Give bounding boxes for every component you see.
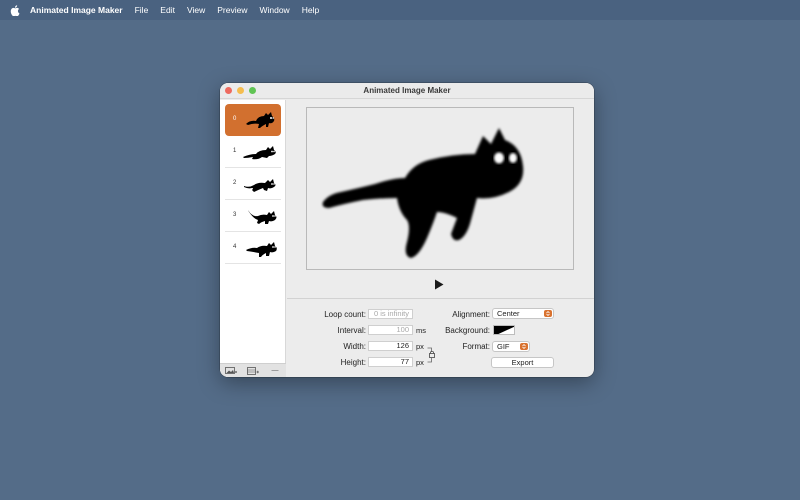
frame-index: 3 bbox=[233, 212, 237, 218]
alignment-select[interactable]: Center bbox=[492, 308, 554, 319]
preview-canvas bbox=[306, 107, 574, 270]
frame-item[interactable]: 0 bbox=[225, 104, 281, 136]
menu-edit[interactable]: Edit bbox=[160, 5, 175, 15]
close-button[interactable] bbox=[225, 87, 232, 94]
height-input[interactable]: 77 bbox=[368, 357, 413, 367]
window-title: Animated Image Maker bbox=[363, 86, 451, 95]
height-unit: px bbox=[416, 358, 424, 367]
frame-item[interactable]: 4 bbox=[225, 232, 281, 264]
menu-view[interactable]: View bbox=[187, 5, 205, 15]
play-button[interactable] bbox=[434, 279, 444, 292]
frame-sidebar: 0 1 2 3 4 — bbox=[220, 100, 286, 377]
add-image-icon[interactable] bbox=[224, 366, 238, 376]
interval-label: Interval: bbox=[337, 326, 366, 335]
frame-index: 1 bbox=[233, 148, 237, 154]
cat-thumbnail-icon bbox=[246, 242, 277, 257]
aspect-lock-icon[interactable] bbox=[427, 345, 437, 367]
frame-index: 4 bbox=[233, 244, 237, 250]
alignment-label: Alignment: bbox=[452, 310, 490, 319]
frame-item[interactable]: 2 bbox=[225, 168, 281, 200]
frame-index: 0 bbox=[233, 116, 237, 122]
menu-app-name[interactable]: Animated Image Maker bbox=[30, 5, 123, 15]
minimize-button[interactable] bbox=[237, 87, 244, 94]
loop-count-input[interactable]: 0 is infinity bbox=[368, 309, 413, 319]
format-value: GIF bbox=[497, 342, 510, 351]
divider bbox=[287, 298, 594, 299]
format-select[interactable]: GIF bbox=[492, 341, 530, 352]
frame-item[interactable]: 1 bbox=[225, 136, 281, 168]
add-frames-icon[interactable] bbox=[246, 366, 260, 376]
cat-thumbnail-icon bbox=[243, 146, 276, 160]
export-button[interactable]: Export bbox=[491, 357, 554, 368]
apple-menu-icon[interactable] bbox=[0, 4, 30, 16]
menu-preview[interactable]: Preview bbox=[217, 5, 247, 15]
menu-window[interactable]: Window bbox=[259, 5, 289, 15]
zoom-button[interactable] bbox=[249, 87, 256, 94]
width-input[interactable]: 126 bbox=[368, 341, 413, 351]
menu-help[interactable]: Help bbox=[302, 5, 319, 15]
cat-preview-image bbox=[322, 128, 524, 258]
main-window: Animated Image Maker 0 1 2 3 4 — Loop co… bbox=[220, 83, 594, 377]
interval-input[interactable]: 100 bbox=[368, 325, 413, 335]
menu-file[interactable]: File bbox=[135, 5, 149, 15]
format-label: Format: bbox=[462, 342, 490, 351]
background-color-well[interactable] bbox=[493, 325, 515, 335]
width-label: Width: bbox=[343, 342, 366, 351]
sidebar-toolbar: — bbox=[220, 363, 286, 377]
title-bar[interactable]: Animated Image Maker bbox=[220, 83, 594, 99]
remove-frame-button[interactable]: — bbox=[268, 366, 282, 376]
cat-thumbnail-icon bbox=[244, 179, 276, 192]
chevron-updown-icon bbox=[520, 343, 528, 350]
frame-item[interactable]: 3 bbox=[225, 200, 281, 232]
height-label: Height: bbox=[340, 358, 366, 367]
chevron-updown-icon bbox=[544, 310, 552, 317]
alignment-value: Center bbox=[497, 309, 520, 318]
cat-thumbnail-icon bbox=[246, 112, 275, 128]
frame-list: 0 1 2 3 4 bbox=[220, 104, 286, 264]
width-unit: px bbox=[416, 342, 424, 351]
interval-unit: ms bbox=[416, 326, 426, 335]
frame-index: 2 bbox=[233, 180, 237, 186]
cat-thumbnail-icon bbox=[248, 210, 277, 224]
menu-bar: Animated Image Maker File Edit View Prev… bbox=[0, 0, 800, 20]
background-label: Background: bbox=[445, 326, 490, 335]
loop-count-label: Loop count: bbox=[324, 310, 366, 319]
